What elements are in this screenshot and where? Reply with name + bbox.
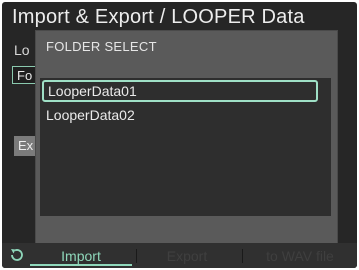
folder-item-looperdata02[interactable]: LooperData02	[42, 104, 318, 126]
tab-to-wav-file[interactable]: to WAV file	[246, 246, 354, 266]
folder-list: LooperData01 LooperData02	[40, 78, 331, 216]
page-title: Import & Export / LOOPER Data	[12, 6, 305, 28]
tab-export[interactable]: Export	[138, 246, 236, 266]
tab-divider	[136, 249, 137, 263]
bottom-tab-bar: Import Export to WAV file	[2, 243, 357, 268]
folder-select-dialog: FOLDER SELECT LooperData01 LooperData02	[36, 31, 337, 245]
folder-item-looperdata01[interactable]: LooperData01	[42, 80, 318, 102]
dialog-title: FOLDER SELECT	[46, 39, 157, 54]
undo-arrow-icon[interactable]	[8, 246, 26, 264]
tab-import[interactable]: Import	[30, 246, 132, 266]
background-label: Lo	[14, 42, 30, 58]
device-screen: Import & Export / LOOPER Data Lo Fo Ex F…	[2, 2, 357, 268]
tab-divider	[242, 249, 243, 263]
